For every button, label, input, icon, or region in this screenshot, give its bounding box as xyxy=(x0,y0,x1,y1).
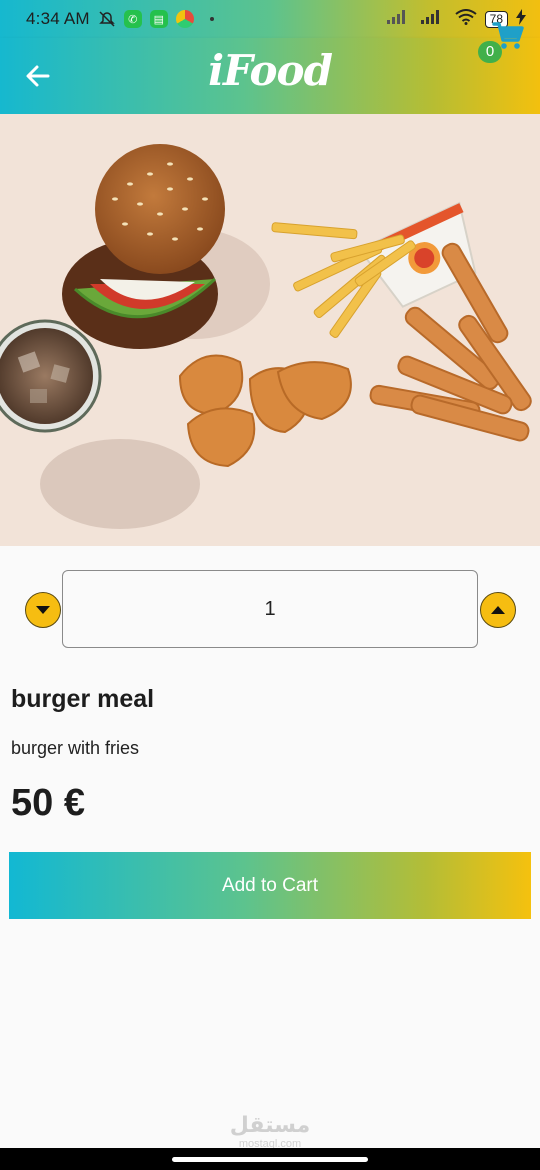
product-name: burger meal xyxy=(11,685,155,713)
product-price: 50 € xyxy=(11,782,85,824)
home-gesture-handle[interactable] xyxy=(172,1157,368,1162)
add-to-cart-button[interactable]: Add to Cart xyxy=(9,852,531,919)
app-logo: iFood xyxy=(208,46,333,95)
app-bar: iFood xyxy=(0,38,540,114)
watermark: مستقل mostaql.com xyxy=(0,1113,540,1151)
messenger-app-icon: ▤ xyxy=(149,10,168,28)
product-description: burger with fries xyxy=(11,738,140,758)
signal-icon xyxy=(386,9,413,29)
status-bar: 4:34 AM ✆ ▤ 78 xyxy=(0,0,540,38)
decrease-quantity-button[interactable] xyxy=(25,592,61,628)
whatsapp-icon: ✆ xyxy=(123,10,142,28)
mute-icon xyxy=(98,10,116,28)
chrome-icon xyxy=(175,10,194,28)
product-image xyxy=(0,114,540,546)
wifi-icon xyxy=(455,8,477,30)
triangle-down-icon xyxy=(36,606,50,614)
triangle-up-icon xyxy=(491,606,505,614)
notification-dot-icon xyxy=(209,17,214,21)
status-time: 4:34 AM xyxy=(26,9,90,28)
system-nav-bar xyxy=(0,1148,540,1170)
cart-count-badge: 0 xyxy=(478,41,502,63)
burger-bun xyxy=(95,144,225,274)
quantity-input[interactable] xyxy=(62,570,478,648)
signal-2-icon xyxy=(420,9,447,29)
watermark-arabic: مستقل xyxy=(229,1113,311,1138)
increase-quantity-button[interactable] xyxy=(480,592,516,628)
